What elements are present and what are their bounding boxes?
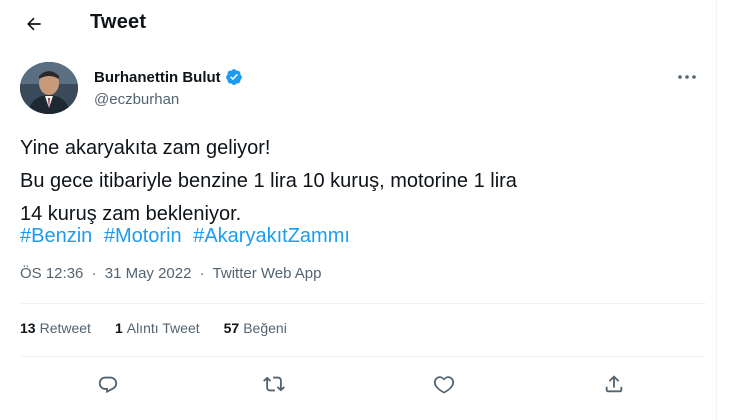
tweet-text-line: Bu gece itibariyle benzine 1 lira 10 kur… — [20, 170, 517, 192]
stat-label: Retweet — [39, 320, 91, 336]
more-icon — [678, 75, 696, 79]
column-border — [716, 0, 717, 420]
tweet-actions — [0, 366, 716, 402]
retweet-icon — [263, 376, 285, 392]
stat-count: 57 — [223, 320, 240, 336]
author-name[interactable]: Burhanettin Bulut — [94, 68, 243, 86]
divider — [20, 303, 706, 304]
avatar-photo — [20, 62, 78, 114]
stat-retweets[interactable]: 13 Retweet — [20, 320, 91, 336]
more-options-button[interactable] — [672, 66, 702, 88]
back-button[interactable] — [20, 10, 48, 38]
retweet-button[interactable] — [256, 366, 292, 402]
stat-count: 13 — [20, 320, 36, 336]
stat-likes[interactable]: 57 Beğeni — [224, 320, 287, 336]
avatar[interactable] — [20, 62, 78, 114]
tweet-page: Tweet Burhanettin Bulut @eczburhan Yine … — [0, 0, 730, 420]
hashtag-link[interactable]: #Motorin — [104, 225, 182, 247]
meta-separator: · — [91, 265, 97, 282]
tweet-stats: 13 Retweet 1 Alıntı Tweet 57 Beğeni — [20, 320, 287, 336]
share-icon — [605, 375, 623, 393]
like-button[interactable] — [426, 366, 462, 402]
tweet-meta: ÖS 12:36 · 31 May 2022 · Twitter Web App — [20, 265, 322, 282]
reply-icon — [98, 376, 118, 394]
tweet-date[interactable]: 31 May 2022 — [105, 265, 192, 282]
verified-badge-icon — [225, 69, 242, 85]
stat-count: 1 — [114, 320, 123, 336]
share-button[interactable] — [596, 366, 632, 402]
tweet-text-line: Yine akaryakıta zam geliyor! — [20, 137, 271, 159]
author-handle[interactable]: @eczburhan — [94, 91, 179, 108]
tweet-text: Yine akaryakıta zam geliyor! Bu gece iti… — [20, 132, 710, 231]
page-title: Tweet — [90, 11, 147, 33]
tweet-time[interactable]: ÖS 12:36 — [20, 265, 83, 282]
arrow-left-icon — [27, 17, 41, 31]
like-icon — [433, 376, 455, 394]
stat-label: Beğeni — [243, 320, 287, 336]
meta-separator: · — [199, 265, 205, 282]
reply-button[interactable] — [90, 366, 126, 402]
stat-label: Alıntı Tweet — [126, 320, 200, 336]
hashtags: #Benzin #Motorin #AkaryakıtZammı — [20, 220, 356, 253]
tweet-source[interactable]: Twitter Web App — [213, 265, 322, 282]
header: Tweet — [0, 0, 716, 48]
divider — [20, 356, 706, 357]
author-name-text: Burhanettin Bulut — [94, 68, 221, 86]
hashtag-link[interactable]: #AkaryakıtZammı — [193, 225, 350, 247]
stat-quote-tweets[interactable]: 1 Alıntı Tweet — [115, 320, 200, 336]
hashtag-link[interactable]: #Benzin — [20, 225, 92, 247]
